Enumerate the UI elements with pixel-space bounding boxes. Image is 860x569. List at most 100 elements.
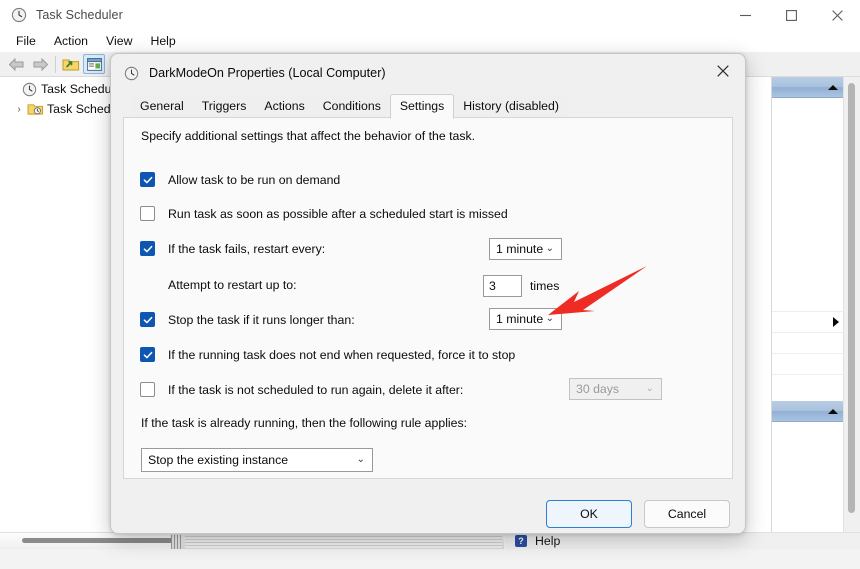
properties-dialog: DarkModeOn Properties (Local Computer) G… bbox=[110, 53, 746, 534]
tab-conditions[interactable]: Conditions bbox=[313, 95, 390, 118]
panel-description: Specify additional settings that affect … bbox=[141, 129, 476, 143]
tab-actions[interactable]: Actions bbox=[255, 95, 314, 118]
setting-label-force-stop: If the running task does not end when re… bbox=[168, 347, 516, 362]
back-arrow-icon[interactable] bbox=[4, 53, 28, 75]
tab-settings[interactable]: Settings bbox=[389, 94, 455, 119]
tree-twisty[interactable]: › bbox=[12, 104, 26, 115]
setting-row-attempt-restart: Attempt to restart up to: bbox=[140, 278, 297, 292]
already-running-rule-value: Stop the existing instance bbox=[148, 453, 289, 467]
setting-row-force-stop[interactable]: If the running task does not end when re… bbox=[140, 347, 515, 362]
actions-pane bbox=[771, 77, 845, 532]
checkbox-restart-on-failure[interactable] bbox=[140, 241, 155, 256]
restart-count-input[interactable]: 3 bbox=[483, 275, 522, 297]
vertical-scrollbar[interactable] bbox=[843, 77, 860, 532]
action-list-item[interactable] bbox=[772, 291, 845, 312]
chevron-down-icon: ⌄ bbox=[645, 383, 654, 394]
ok-button[interactable]: OK bbox=[546, 500, 632, 528]
menu-action[interactable]: Action bbox=[45, 32, 97, 50]
chevron-down-icon: ⌄ bbox=[545, 243, 554, 254]
splitter-ridges bbox=[185, 536, 502, 548]
delete-after-value: 30 days bbox=[576, 382, 620, 396]
horizontal-scrollbar-left[interactable] bbox=[0, 532, 197, 550]
checkbox-delete-after[interactable] bbox=[140, 382, 155, 397]
setting-row-allow-on-demand[interactable]: Allow task to be run on demand bbox=[140, 172, 340, 187]
restart-count-value: 3 bbox=[489, 279, 496, 293]
help-icon: ? bbox=[515, 535, 527, 547]
action-list-item[interactable] bbox=[772, 312, 845, 333]
action-list-item[interactable] bbox=[772, 333, 845, 354]
properties-pane-icon[interactable] bbox=[83, 54, 105, 74]
setting-row-run-asap[interactable]: Run task as soon as possible after a sch… bbox=[140, 206, 508, 221]
delete-after-dropdown: 30 days ⌄ bbox=[569, 378, 662, 400]
checkbox-force-stop[interactable] bbox=[140, 347, 155, 362]
setting-label-stop-if-longer: Stop the task if it runs longer than: bbox=[168, 312, 355, 327]
clock-icon bbox=[20, 82, 38, 97]
tab-history[interactable]: History (disabled) bbox=[454, 95, 568, 118]
close-button[interactable] bbox=[814, 0, 860, 30]
close-icon[interactable] bbox=[701, 54, 745, 88]
chevron-down-icon: ⌄ bbox=[545, 313, 554, 324]
cancel-button[interactable]: Cancel bbox=[644, 500, 730, 528]
dialog-tabs: General Triggers Actions Conditions Sett… bbox=[131, 94, 745, 119]
window-controls bbox=[722, 0, 860, 30]
vertical-scrollbar-thumb[interactable] bbox=[848, 83, 855, 513]
setting-row-restart-on-failure[interactable]: If the task fails, restart every: bbox=[140, 241, 325, 256]
setting-label-run-asap: Run task as soon as possible after a sch… bbox=[168, 206, 508, 221]
restart-interval-dropdown[interactable]: 1 minute ⌄ bbox=[489, 238, 562, 260]
screen: Task Scheduler File Action View Help Tas… bbox=[0, 0, 860, 569]
setting-label-attempt-restart: Attempt to restart up to: bbox=[168, 278, 297, 292]
already-running-label-row: If the task is already running, then the… bbox=[140, 416, 467, 430]
dialog-title: DarkModeOn Properties (Local Computer) bbox=[149, 66, 386, 80]
ok-button-label: OK bbox=[580, 507, 598, 521]
splitter-grip-area[interactable] bbox=[171, 532, 504, 550]
restart-interval-value: 1 minute bbox=[496, 242, 544, 256]
restart-count-unit: times bbox=[530, 279, 560, 293]
actions-section-header[interactable] bbox=[772, 77, 845, 98]
checkbox-stop-if-longer[interactable] bbox=[140, 312, 155, 327]
maximize-button[interactable] bbox=[768, 0, 814, 30]
actions-section-gap bbox=[772, 375, 845, 401]
help-label: Help bbox=[535, 534, 561, 548]
menubar: File Action View Help bbox=[0, 30, 860, 52]
dialog-titlebar: DarkModeOn Properties (Local Computer) bbox=[111, 54, 745, 92]
collapse-up-icon[interactable] bbox=[828, 84, 838, 90]
window-titlebar: Task Scheduler bbox=[0, 0, 860, 30]
menu-view[interactable]: View bbox=[97, 32, 141, 50]
minimize-button[interactable] bbox=[722, 0, 768, 30]
bottom-fill bbox=[0, 549, 860, 569]
tab-triggers[interactable]: Triggers bbox=[192, 95, 256, 118]
window-title: Task Scheduler bbox=[36, 8, 123, 22]
menu-help[interactable]: Help bbox=[141, 32, 184, 50]
already-running-label: If the task is already running, then the… bbox=[141, 416, 468, 430]
forward-arrow-icon[interactable] bbox=[28, 53, 52, 75]
checkbox-allow-on-demand[interactable] bbox=[140, 172, 155, 187]
open-folder-icon[interactable] bbox=[59, 53, 83, 75]
setting-row-delete-after[interactable]: If the task is not scheduled to run agai… bbox=[140, 382, 463, 397]
menu-file[interactable]: File bbox=[7, 32, 45, 50]
clock-icon bbox=[123, 65, 139, 81]
submenu-arrow-icon[interactable] bbox=[833, 317, 839, 327]
actions-section-body-secondary bbox=[772, 422, 845, 522]
chevron-down-icon: ⌄ bbox=[356, 454, 365, 465]
cancel-button-label: Cancel bbox=[667, 507, 707, 521]
help-bar[interactable]: ? Help bbox=[505, 532, 860, 549]
splitter-grip[interactable] bbox=[171, 535, 183, 549]
collapse-up-icon[interactable] bbox=[828, 408, 838, 414]
bottom-strip: ? Help bbox=[0, 532, 860, 569]
actions-section-header-secondary[interactable] bbox=[772, 401, 845, 422]
setting-label-allow-on-demand: Allow task to be run on demand bbox=[168, 172, 341, 187]
clock-icon bbox=[11, 7, 27, 23]
setting-row-stop-if-longer[interactable]: Stop the task if it runs longer than: bbox=[140, 312, 355, 327]
actions-section-body bbox=[772, 98, 845, 291]
toolbar-separator bbox=[55, 55, 56, 73]
settings-tab-panel: Specify additional settings that affect … bbox=[123, 117, 733, 479]
stop-duration-dropdown[interactable]: 1 minute ⌄ bbox=[489, 308, 562, 330]
checkbox-run-asap[interactable] bbox=[140, 206, 155, 221]
setting-label-delete-after: If the task is not scheduled to run agai… bbox=[168, 382, 464, 397]
already-running-rule-dropdown[interactable]: Stop the existing instance ⌄ bbox=[141, 448, 373, 472]
stop-duration-value: 1 minute bbox=[496, 312, 544, 326]
action-list-item[interactable] bbox=[772, 354, 845, 375]
task-folder-icon bbox=[26, 102, 44, 116]
setting-label-restart-on-failure: If the task fails, restart every: bbox=[168, 241, 326, 256]
tab-general[interactable]: General bbox=[131, 95, 193, 118]
